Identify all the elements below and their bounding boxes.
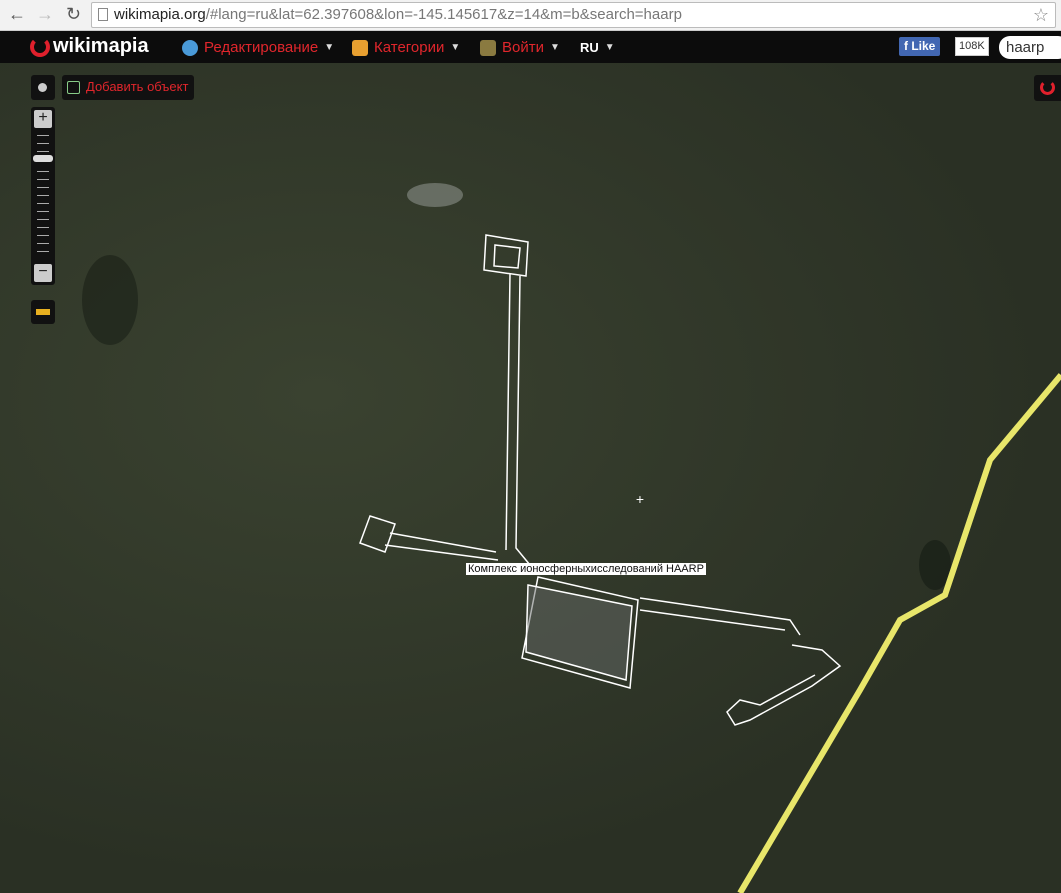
fb-like-count: 108K [955,37,989,56]
wikimapia-panel-button[interactable] [1034,75,1061,101]
chevron-down-icon: ▼ [324,42,335,53]
satellite-map[interactable]: + Комплекс ионосферныхисследований HAARP [0,63,1061,893]
object-label[interactable]: Комплекс ионосферныхисследований HAARP [466,563,706,575]
add-object-label: Добавить объект [86,79,189,94]
dot-icon [38,83,47,92]
chevron-down-icon: ▼ [450,42,461,53]
menu-label: RU [580,40,599,55]
menu-categories[interactable]: Категории ▼ [352,39,460,56]
tree-icon [352,39,368,56]
globe-edit-icon [182,39,198,56]
cloud [407,183,463,207]
crosshair: + [636,491,644,507]
logo[interactable]: wikimapia [30,35,149,58]
wikimapia-header: wikimapia Редактирование ▼ Категории ▼ Вой… [0,31,1061,63]
menu-edit[interactable]: Редактирование ▼ [182,39,334,56]
url-host: wikimapia.org [114,6,206,23]
zoom-in-button[interactable]: + [34,110,52,128]
page-icon [98,8,108,21]
chevron-down-icon: ▼ [549,42,560,53]
add-object-button[interactable]: Добавить объект [62,75,195,100]
menu-label: Войти [502,39,544,56]
ruler-button[interactable] [31,300,55,324]
menu-language[interactable]: RU ▼ [580,40,615,55]
facebook-like-button[interactable]: f Like [899,37,941,56]
back-button[interactable]: ← [8,4,26,25]
door-icon [480,39,496,56]
menu-label: Редактирование [204,39,319,56]
logo-text: wikimapia [53,35,149,57]
logo-icon [30,36,50,57]
add-polygon-icon [67,81,80,94]
zoom-control[interactable]: + − [31,107,55,285]
layer-toggle-button[interactable] [31,75,55,100]
zoom-out-button[interactable]: − [34,264,52,282]
menu-label: Категории [374,39,445,56]
url-path: /#lang=ru&lat=62.397608&lon=-145.145617&… [205,6,682,23]
search-input[interactable] [999,36,1061,59]
reload-button[interactable]: ↻ [66,4,81,25]
ruler-icon [36,309,50,315]
address-bar[interactable]: wikimapia.org/#lang=ru&lat=62.397608&lon… [91,2,1056,28]
forward-button[interactable]: → [36,4,54,25]
wikimapia-icon [1040,80,1055,95]
zoom-slider-thumb[interactable] [33,155,53,162]
bookmark-star-icon[interactable]: ☆ [1033,3,1049,27]
haarp-outline [359,234,842,726]
chevron-down-icon: ▼ [604,42,615,53]
menu-login[interactable]: Войти ▼ [480,39,560,56]
map-overlay: + [82,183,1061,893]
fb-like-label: Like [911,39,936,53]
browser-toolbar: ← → ↻ wikimapia.org/#lang=ru&lat=62.3976… [0,0,1061,31]
road [737,373,1061,893]
